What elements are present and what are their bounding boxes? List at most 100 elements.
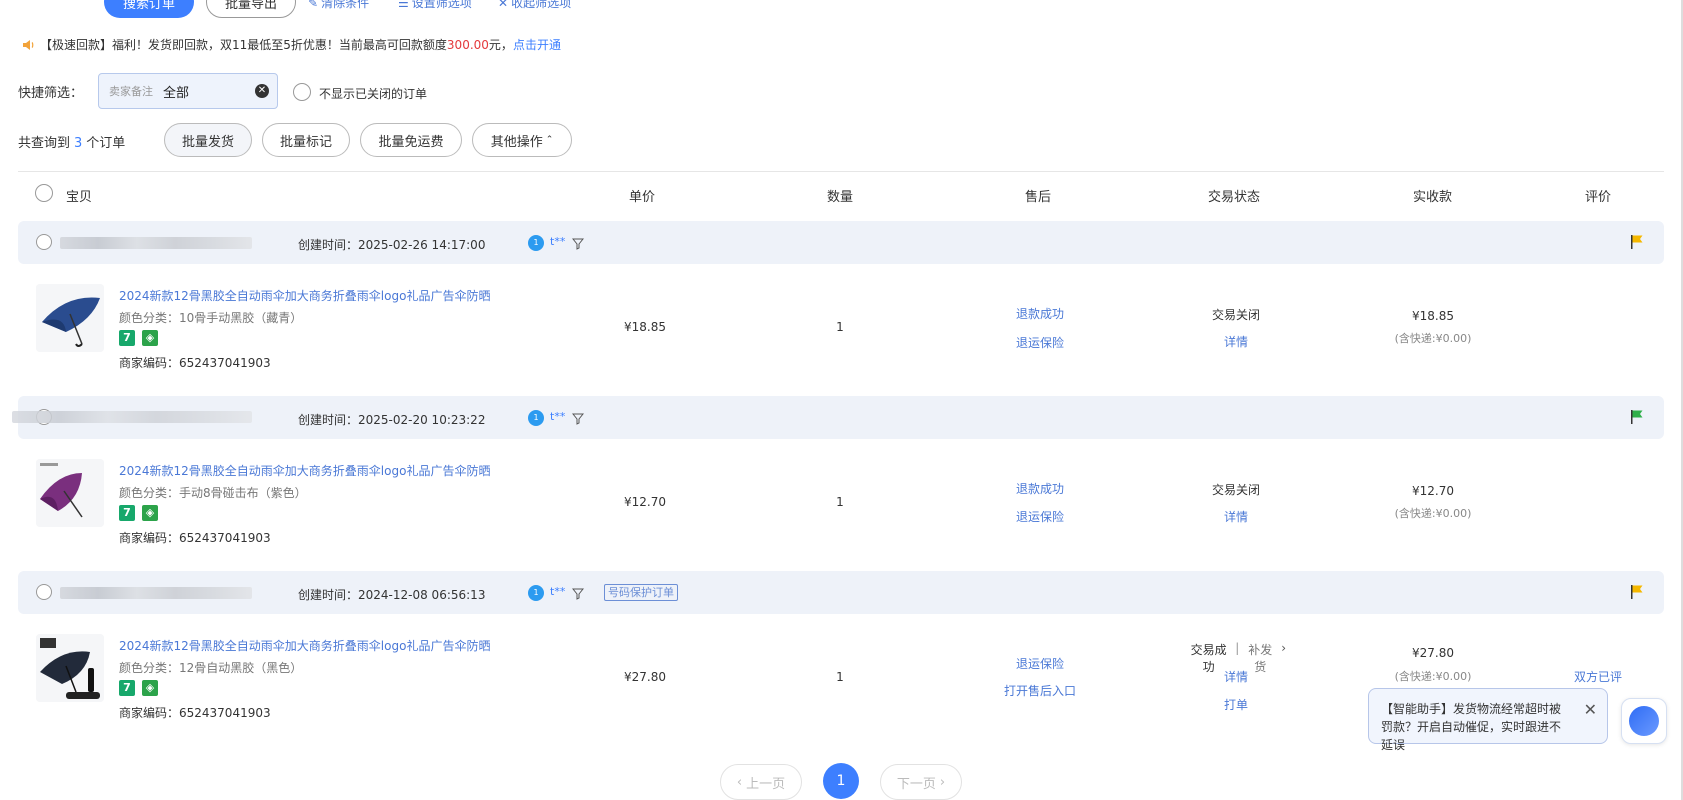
detail-link[interactable]: 详情 (1196, 668, 1276, 685)
search-order-button[interactable]: 搜索订单 (104, 0, 194, 18)
umbrella-image (36, 459, 104, 527)
merchant-code: 商家编码：652437041903 (119, 706, 271, 720)
speaker-icon (23, 39, 34, 50)
order-number-blurred (12, 411, 252, 423)
divider (18, 171, 1664, 172)
unit-price: ¥18.85 (624, 320, 666, 334)
notice-bar: 【极速回款】福利！发货即回款，双11最低至5折优惠！当前最高可回款额度 300.… (22, 36, 561, 53)
paid-note: (含快递:¥0.00) (1394, 670, 1472, 683)
chevron-right-icon: › (939, 774, 946, 790)
batch-free-shipping-button[interactable]: 批量免运费 (360, 123, 462, 157)
detail-link[interactable]: 详情 (1196, 333, 1276, 350)
refund-success-link[interactable]: 退款成功 (1000, 305, 1080, 322)
order-checkbox[interactable] (36, 234, 52, 250)
column-header-paid: 实收款 (1413, 190, 1453, 205)
close-icon[interactable]: ✕ (1584, 701, 1597, 719)
return-insurance-link[interactable]: 退运保险 (1000, 508, 1080, 525)
message-badge[interactable]: 1 (528, 410, 544, 426)
unit-price: ¥12.70 (624, 495, 666, 509)
product-thumbnail[interactable] (36, 634, 104, 702)
return-insurance-link[interactable]: 退运保险 (1000, 334, 1080, 351)
assistant-tip: 【智能助手】发货物流经常超时被罚款？开启自动催促，实时跟进不延误 ✕ (1368, 688, 1608, 752)
batch-ship-button[interactable]: 批量发货 (164, 123, 252, 157)
return-insurance-link[interactable]: 退运保险 (1000, 655, 1080, 672)
product-thumbnail[interactable] (36, 284, 104, 352)
list-icon: ☰ (398, 0, 409, 10)
message-badge[interactable]: 1 (528, 235, 544, 251)
prev-page-button[interactable]: ‹ 上一页 (720, 764, 802, 800)
seven-day-return-icon: 7 (119, 330, 135, 346)
assistant-button[interactable] (1621, 698, 1667, 744)
product-title-link[interactable]: 2024新款12骨黑胶全自动雨伞加大商务折叠雨伞logo礼品广告伞防晒 (119, 637, 490, 654)
product-title-link[interactable]: 2024新款12骨黑胶全自动雨伞加大商务折叠雨伞logo礼品广告伞防晒 (119, 462, 490, 479)
paid-amount: ¥18.85 (1412, 309, 1454, 323)
order-created-time: 创建时间：2025-02-26 14:17:00 (298, 238, 486, 252)
filter-icon[interactable] (572, 413, 584, 425)
seven-day-return-icon: 7 (119, 505, 135, 521)
seller-note-value: 全部 (163, 85, 190, 101)
flag-icon[interactable] (1630, 584, 1644, 600)
open-after-sale-link[interactable]: 打开售后入口 (990, 682, 1090, 699)
page-1-button[interactable]: 1 (823, 763, 859, 799)
product-spec: 颜色分类：12骨自动黑胶（黑色） (119, 661, 303, 675)
clear-icon[interactable]: ✕ (255, 84, 269, 98)
chevron-right-icon: › (1281, 641, 1286, 655)
order-created-time: 创建时间：2025-02-20 10:23:22 (298, 413, 486, 427)
buyer-name[interactable]: t** (550, 235, 565, 248)
paid-amount: ¥12.70 (1412, 484, 1454, 498)
buyer-name[interactable]: t** (550, 585, 565, 598)
result-count: 3 (74, 136, 83, 151)
flag-pole (1631, 410, 1633, 424)
seller-note-select[interactable]: 卖家备注 全部 ✕ (98, 73, 278, 109)
order-created-time: 创建时间：2024-12-08 06:56:13 (298, 588, 486, 602)
collapse-filters-link[interactable]: ✕ 收起筛选项 (498, 0, 571, 11)
hide-closed-checkbox[interactable] (293, 83, 311, 101)
column-header-after-sale: 售后 (1025, 190, 1052, 205)
flag-icon[interactable] (1630, 409, 1644, 425)
flag-pole (1631, 235, 1633, 249)
order-number-blurred (60, 587, 252, 599)
chevron-up-icon: ⌃ (545, 135, 554, 145)
filter-icon[interactable] (572, 588, 584, 600)
product-spec: 颜色分类：10骨手动黑胶（藏青） (119, 311, 303, 325)
column-header-quantity: 数量 (827, 190, 854, 205)
number-protection-badge: 号码保护订单 (604, 584, 678, 601)
service-badge-icon: ◈ (142, 680, 158, 696)
assistant-icon (1629, 706, 1659, 736)
batch-mark-button[interactable]: 批量标记 (262, 123, 350, 157)
review-status-link[interactable]: 双方已评 (1558, 668, 1638, 685)
product-title-link[interactable]: 2024新款12骨黑胶全自动雨伞加大商务折叠雨伞logo礼品广告伞防晒 (119, 287, 490, 304)
service-badge-icon: ◈ (142, 505, 158, 521)
more-actions-button[interactable]: 其他操作 ⌃ (472, 123, 572, 157)
product-thumbnail[interactable] (36, 459, 104, 527)
next-page-button[interactable]: 下一页 › (880, 764, 962, 800)
seven-day-return-icon: 7 (119, 680, 135, 696)
notice-open-link[interactable]: 点击开通 (513, 36, 561, 53)
chevron-left-icon: ‹ (736, 774, 743, 790)
batch-export-button[interactable]: 批量导出 (206, 0, 296, 18)
paid-note: (含快递:¥0.00) (1394, 507, 1472, 520)
order-checkbox[interactable] (36, 584, 52, 600)
filter-icon[interactable] (572, 238, 584, 250)
flag-icon[interactable] (1630, 234, 1644, 250)
column-header-status: 交易状态 (1208, 190, 1261, 205)
refund-success-link[interactable]: 退款成功 (1000, 480, 1080, 497)
umbrella-image (36, 634, 104, 702)
select-all-checkbox[interactable] (35, 184, 53, 202)
detail-link[interactable]: 详情 (1196, 508, 1276, 525)
quick-filter-label: 快捷筛选： (18, 86, 84, 101)
filter-settings-link[interactable]: ☰ 设置筛选项 (398, 0, 472, 11)
product-spec: 颜色分类：手动8骨碰击布（紫色） (119, 486, 307, 500)
seller-note-placeholder: 卖家备注 (109, 85, 153, 98)
message-badge[interactable]: 1 (528, 585, 544, 601)
column-header-price: 单价 (629, 190, 656, 205)
service-badge-icon: ◈ (142, 330, 158, 346)
column-header-item: 宝贝 (66, 190, 93, 205)
buyer-name[interactable]: t** (550, 410, 565, 423)
quantity: 1 (836, 495, 844, 509)
hide-closed-label: 不显示已关闭的订单 (319, 87, 428, 101)
paid-amount: ¥27.80 (1412, 646, 1454, 660)
clear-conditions-link[interactable]: ✎ 清除条件 (308, 0, 369, 11)
print-order-link[interactable]: 打单 (1196, 696, 1276, 713)
merchant-code: 商家编码：652437041903 (119, 531, 271, 545)
